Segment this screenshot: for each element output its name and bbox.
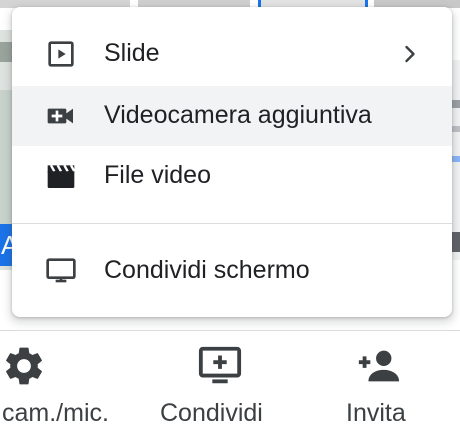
movie-clapper-icon xyxy=(45,160,77,192)
menu-item-video-file[interactable]: File video xyxy=(12,146,452,206)
present-screen-icon xyxy=(197,343,243,389)
slideshow-icon xyxy=(45,38,77,70)
share-menu: Slide Videocamera aggiuntiva File video xyxy=(12,7,452,317)
gear-icon xyxy=(1,343,47,389)
chevron-right-icon xyxy=(398,42,422,66)
menu-item-label: Slide xyxy=(104,39,160,67)
background-preview-right xyxy=(452,60,460,260)
videocam-add-icon xyxy=(45,100,77,132)
monitor-icon xyxy=(45,255,77,287)
person-add-icon xyxy=(355,343,401,389)
share-button[interactable]: Condividi xyxy=(155,331,295,444)
menu-item-label: File video xyxy=(104,161,211,189)
invite-label: Invita xyxy=(346,399,406,427)
menu-item-additional-camera[interactable]: Videocamera aggiuntiva xyxy=(12,86,452,146)
menu-item-slide[interactable]: Slide xyxy=(12,24,452,84)
camera-mic-settings-button[interactable]: cam./mic. xyxy=(0,331,140,444)
menu-divider xyxy=(12,223,452,224)
menu-item-label: Videocamera aggiuntiva xyxy=(104,101,372,129)
settings-label: cam./mic. xyxy=(2,399,109,427)
share-label: Condividi xyxy=(160,399,263,427)
menu-item-share-screen[interactable]: Condividi schermo xyxy=(12,241,452,301)
menu-item-label: Condividi schermo xyxy=(104,256,310,284)
background-partial-text: A xyxy=(0,224,12,266)
bottom-toolbar: cam./mic. Condividi Invita xyxy=(0,330,460,444)
invite-button[interactable]: Invita xyxy=(335,331,445,444)
